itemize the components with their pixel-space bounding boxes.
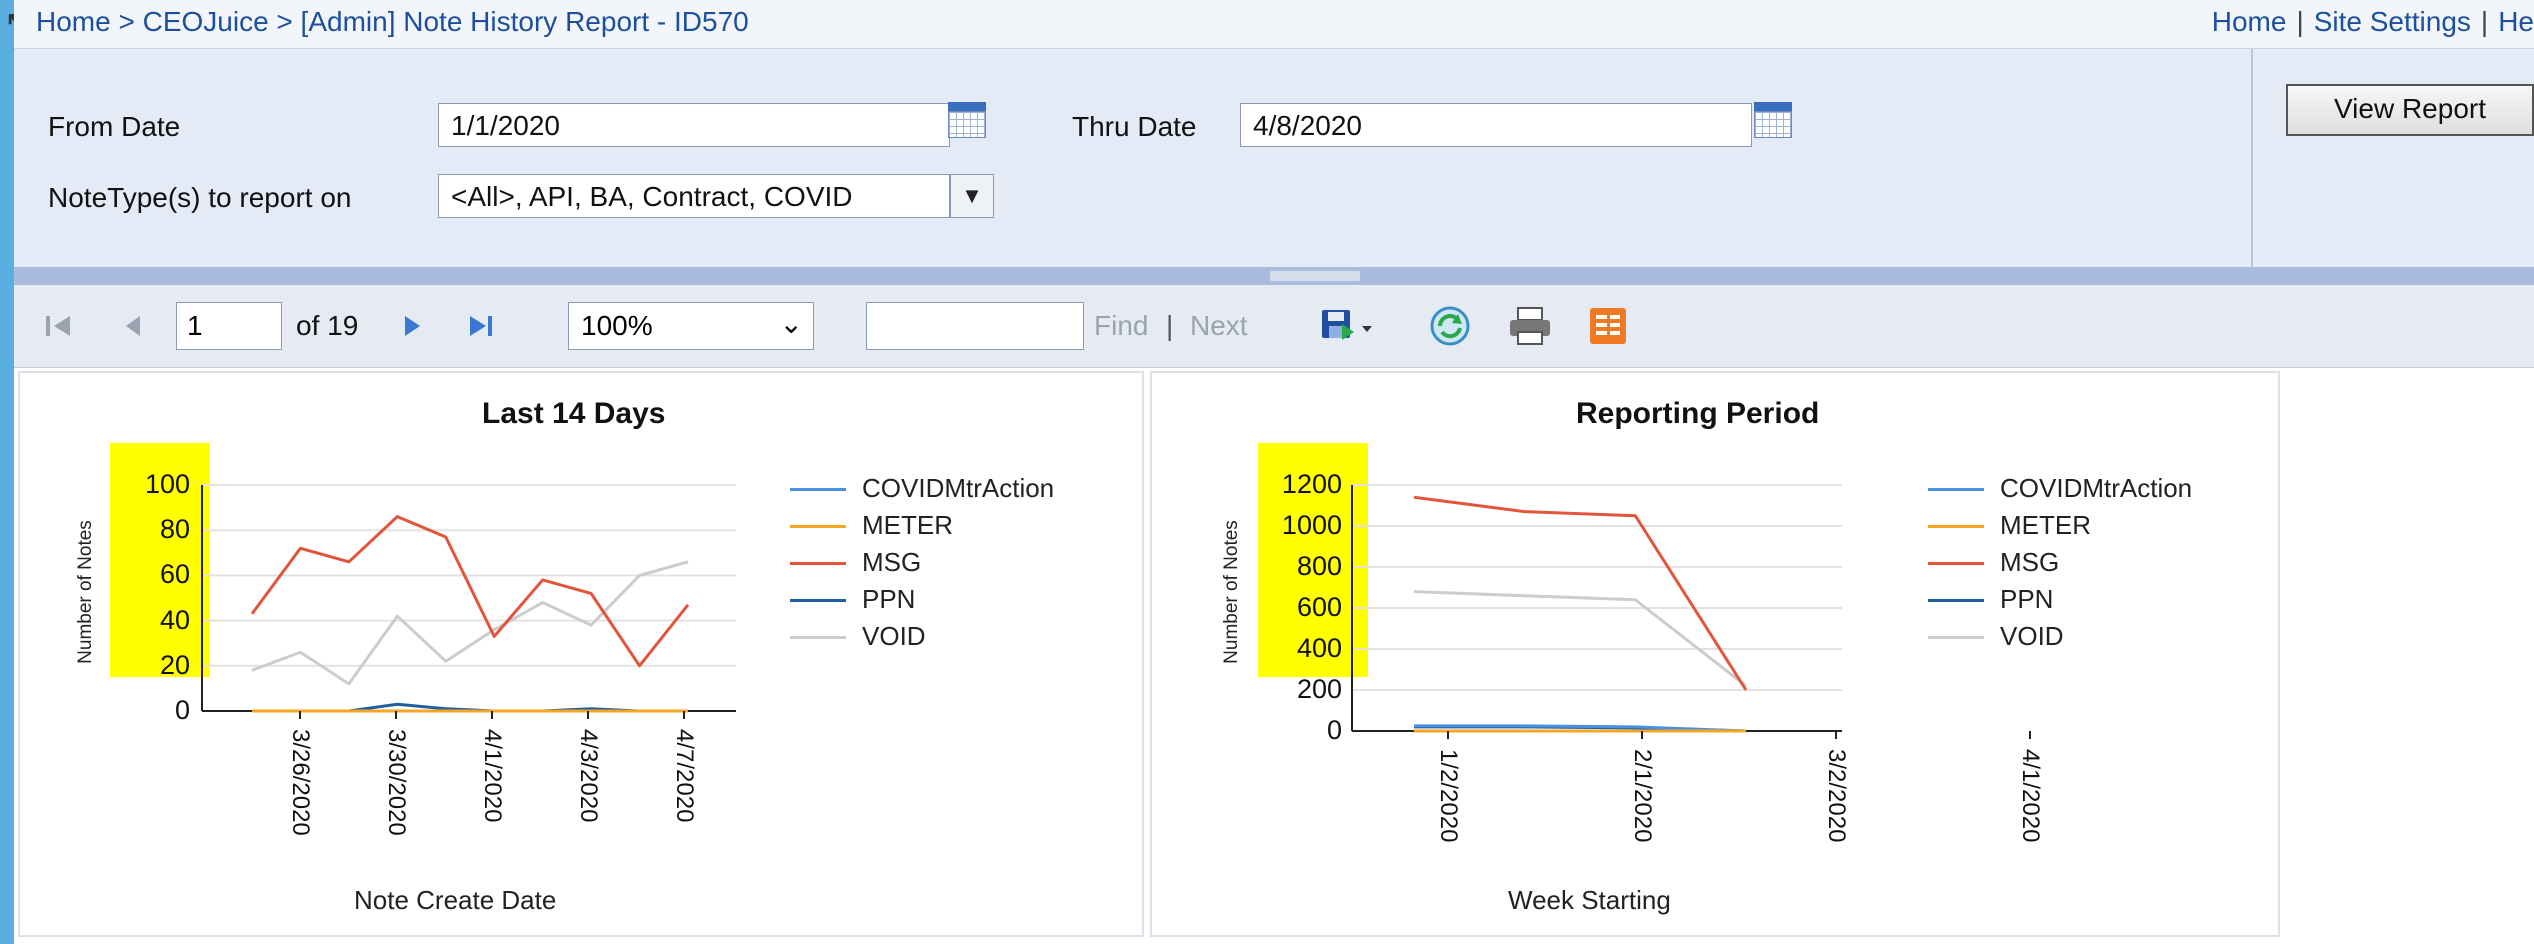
- from-date-label: From Date: [48, 111, 181, 142]
- zoom-select[interactable]: 100% ⌄: [568, 302, 814, 350]
- data-feed-icon[interactable]: [1588, 306, 1628, 346]
- site-settings-link[interactable]: Site Settings: [2314, 6, 2471, 37]
- chart-reporting-period: Reporting Period 0 200 400 600 800 1000 1200 N…: [1150, 371, 2280, 937]
- view-report-panel: [2253, 49, 2534, 267]
- thru-date-label: Thru Date: [1072, 111, 1197, 142]
- home-link[interactable]: Home: [2212, 6, 2287, 37]
- panel-splitter[interactable]: [14, 267, 2534, 285]
- legend-swatch: [1928, 525, 1984, 528]
- first-page-icon[interactable]: [42, 312, 74, 340]
- legend-swatch: [790, 488, 846, 491]
- breadcrumb[interactable]: Home > CEOJuice > [Admin] Note History R…: [36, 6, 749, 38]
- legend-item[interactable]: COVIDMtrAction: [862, 473, 1054, 504]
- x-tick-label: 3/30/2020: [383, 729, 410, 836]
- next-link[interactable]: Next: [1190, 310, 1248, 342]
- help-link[interactable]: He: [2498, 6, 2534, 37]
- splitter-grip[interactable]: [1270, 271, 1360, 281]
- find-link[interactable]: Find: [1094, 310, 1148, 342]
- report-toolbar: [14, 285, 2534, 368]
- print-icon[interactable]: [1506, 304, 1554, 348]
- x-axis-label: Week Starting: [1508, 885, 1671, 915]
- view-report-button[interactable]: View Report: [2286, 84, 2534, 136]
- find-input[interactable]: [866, 302, 1084, 350]
- last-page-icon[interactable]: [466, 312, 498, 340]
- chevron-down-icon: ⌄: [779, 308, 803, 339]
- chart-plot-area: [1351, 484, 2031, 739]
- find-separator: |: [1166, 310, 1174, 341]
- legend-item[interactable]: METER: [2000, 510, 2091, 541]
- legend-item[interactable]: COVIDMtrAction: [2000, 473, 2192, 504]
- legend-swatch: [1928, 562, 1984, 565]
- top-links: Home | Site Settings | He: [2211, 6, 2534, 37]
- refresh-icon[interactable]: [1428, 304, 1472, 348]
- x-tick-label: 4/7/2020: [671, 729, 698, 823]
- legend-item[interactable]: MSG: [2000, 547, 2059, 578]
- legend-swatch: [790, 636, 846, 639]
- legend-item[interactable]: PPN: [2000, 584, 2053, 615]
- page-count: of 19: [296, 310, 359, 341]
- legend-swatch: [790, 599, 846, 602]
- page-number-input[interactable]: 1: [176, 302, 282, 350]
- legend-item[interactable]: VOID: [2000, 621, 2064, 652]
- legend-swatch: [1928, 599, 1984, 602]
- top-bar: Home > CEOJuice > [Admin] Note History R…: [14, 0, 2534, 49]
- prev-page-icon[interactable]: [122, 312, 146, 340]
- x-tick-label: 3/26/2020: [287, 729, 314, 836]
- parameters-panel: From Date 1/1/2020 Thru Date 4/8/2020 No…: [14, 49, 2253, 267]
- calendar-icon[interactable]: [1754, 102, 1792, 138]
- x-tick-label: 2/1/2020: [1629, 749, 1656, 843]
- from-date-input[interactable]: 1/1/2020: [438, 103, 950, 147]
- thru-date-input[interactable]: 4/8/2020: [1240, 103, 1752, 147]
- x-tick-label: 4/1/2020: [2017, 749, 2044, 843]
- x-tick-label: 4/3/2020: [575, 729, 602, 823]
- x-axis-label: Note Create Date: [354, 885, 557, 915]
- notetype-select[interactable]: <All>, API, BA, Contract, COVID: [438, 174, 950, 218]
- zoom-value: 100%: [581, 310, 653, 341]
- x-tick-label: 1/2/2020: [1435, 749, 1462, 843]
- next-page-icon[interactable]: [400, 312, 424, 340]
- legend-item[interactable]: METER: [862, 510, 953, 541]
- legend-swatch: [1928, 636, 1984, 639]
- left-edge-bar: [0, 0, 14, 944]
- x-tick-label: 3/2/2020: [1823, 749, 1850, 843]
- chart-last-14-days: Last 14 Days 0 20 40 60 80 100 Number of Note…: [18, 371, 1144, 937]
- chart-plot-area: [201, 484, 736, 719]
- notetype-label: NoteType(s) to report on: [48, 182, 352, 213]
- legend-item[interactable]: MSG: [862, 547, 921, 578]
- legend-swatch: [1928, 488, 1984, 491]
- legend-swatch: [790, 525, 846, 528]
- chevron-down-icon[interactable]: ▼: [950, 174, 994, 218]
- legend-item[interactable]: PPN: [862, 584, 915, 615]
- x-tick-label: 4/1/2020: [479, 729, 506, 823]
- legend-item[interactable]: VOID: [862, 621, 926, 652]
- save-export-icon[interactable]: [1318, 306, 1378, 346]
- series-line-void[interactable]: [1413, 590, 1747, 688]
- legend-swatch: [790, 562, 846, 565]
- calendar-icon[interactable]: [948, 102, 986, 138]
